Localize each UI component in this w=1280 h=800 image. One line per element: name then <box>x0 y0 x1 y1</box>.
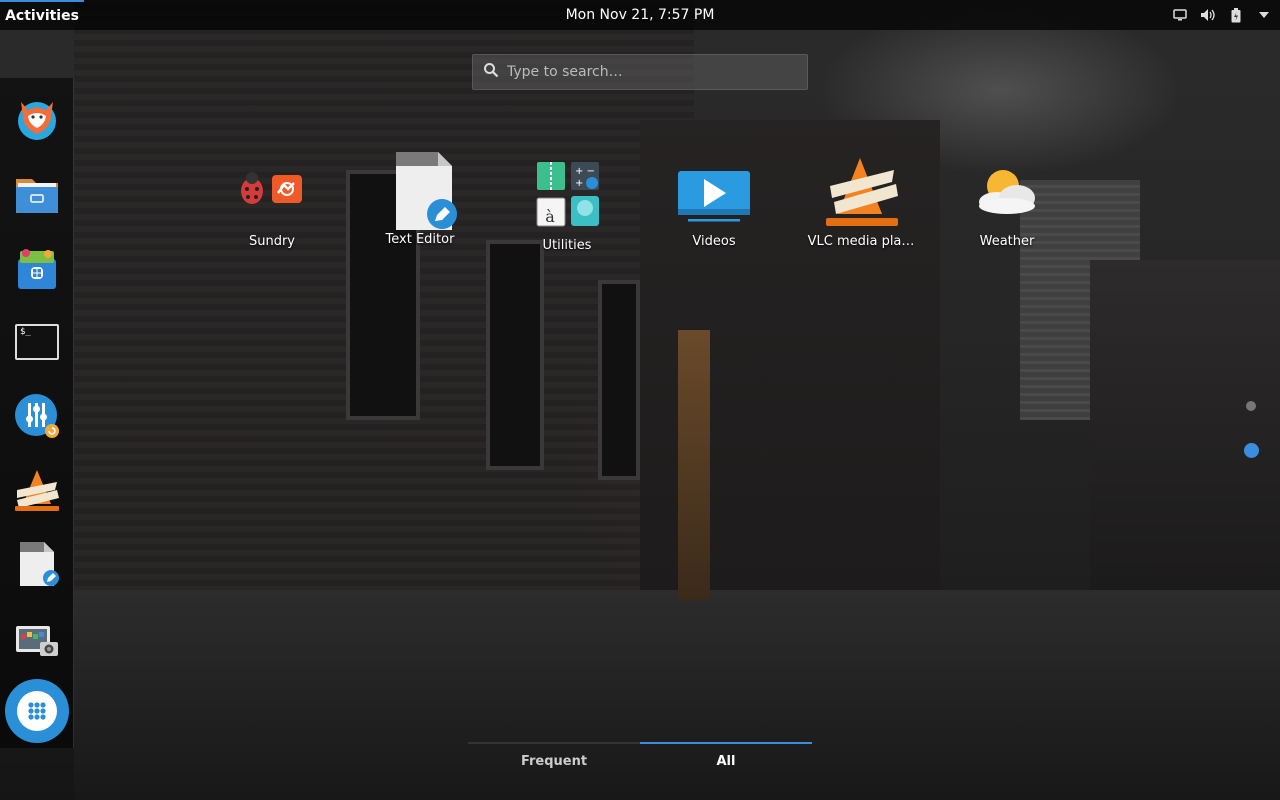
app-label: Sundry <box>248 234 296 249</box>
search-box[interactable] <box>472 54 808 90</box>
dash-item-firefox[interactable] <box>11 92 63 144</box>
clock[interactable]: Mon Nov 21, 7:57 PM <box>566 7 715 23</box>
view-switcher: Frequent All <box>468 742 812 776</box>
app-videos[interactable]: Videos <box>644 150 784 249</box>
system-tray[interactable] <box>1172 0 1272 30</box>
image-viewer-icon <box>16 626 58 656</box>
weather-icon <box>959 150 1055 230</box>
files-icon <box>16 179 58 213</box>
text-editor-icon <box>372 150 468 232</box>
svg-text:+ −: + − <box>575 166 595 177</box>
wallpaper-building-right <box>1090 260 1280 590</box>
vlc-icon <box>15 470 59 511</box>
page-indicator-2[interactable] <box>1244 443 1259 458</box>
utilities-folder-icon: + − + à <box>519 154 615 234</box>
all-tab[interactable]: All <box>640 742 812 776</box>
activities-button[interactable]: Activities <box>0 0 84 30</box>
app-sundry[interactable]: Sundry <box>202 150 342 249</box>
wallpaper-door <box>678 330 710 600</box>
sundry-folder-icon <box>224 150 320 230</box>
app-label: Weather <box>979 234 1035 249</box>
vlc-icon <box>813 150 909 230</box>
dash-item-text-editor[interactable] <box>11 538 63 590</box>
wallpaper-window <box>598 280 640 480</box>
text-editor-icon <box>20 542 59 586</box>
utilities-glyph: à <box>545 206 555 226</box>
dash-item-image-viewer[interactable] <box>11 614 63 666</box>
show-applications-button[interactable] <box>4 678 70 744</box>
dash-item-vlc[interactable] <box>11 464 63 516</box>
top-bar: Activities Mon Nov 21, 7:57 PM <box>0 0 1280 30</box>
videos-icon <box>666 150 762 230</box>
app-weather[interactable]: Weather <box>937 150 1077 249</box>
battery-icon[interactable] <box>1228 7 1244 23</box>
software-store-icon <box>18 249 56 289</box>
terminal-icon: $_ <box>15 324 59 360</box>
search-input[interactable] <box>507 64 787 80</box>
app-label: Utilities <box>542 238 592 253</box>
screen-icon[interactable] <box>1172 7 1188 23</box>
app-label: Videos <box>692 234 736 249</box>
app-label: VLC media pla… <box>807 234 915 249</box>
app-label: Text Editor <box>385 232 455 247</box>
dash: $_ <box>0 78 74 748</box>
volume-icon[interactable] <box>1200 7 1216 23</box>
power-menu-icon[interactable] <box>1256 7 1272 23</box>
dash-item-files[interactable] <box>11 168 63 220</box>
search-icon <box>483 62 499 82</box>
wallpaper-building-left <box>74 0 694 640</box>
firefox-icon <box>18 102 56 140</box>
app-text-editor[interactable]: Text Editor <box>350 150 490 247</box>
app-vlc[interactable]: VLC media pla… <box>791 150 931 249</box>
dash-item-terminal[interactable]: $_ <box>11 316 63 368</box>
app-grid-icon <box>5 679 69 743</box>
frequent-tab[interactable]: Frequent <box>468 742 640 776</box>
settings-icon <box>15 394 59 438</box>
clock-area: Mon Nov 21, 7:57 PM <box>0 0 1280 30</box>
dash-item-settings[interactable] <box>11 390 63 442</box>
svg-text:+: + <box>575 178 583 189</box>
terminal-prompt: $_ <box>20 327 31 337</box>
wallpaper-window <box>486 240 544 470</box>
app-utilities[interactable]: + − + à Utilities <box>497 154 637 253</box>
dash-item-software[interactable] <box>11 242 63 294</box>
page-indicator-1[interactable] <box>1246 401 1256 411</box>
